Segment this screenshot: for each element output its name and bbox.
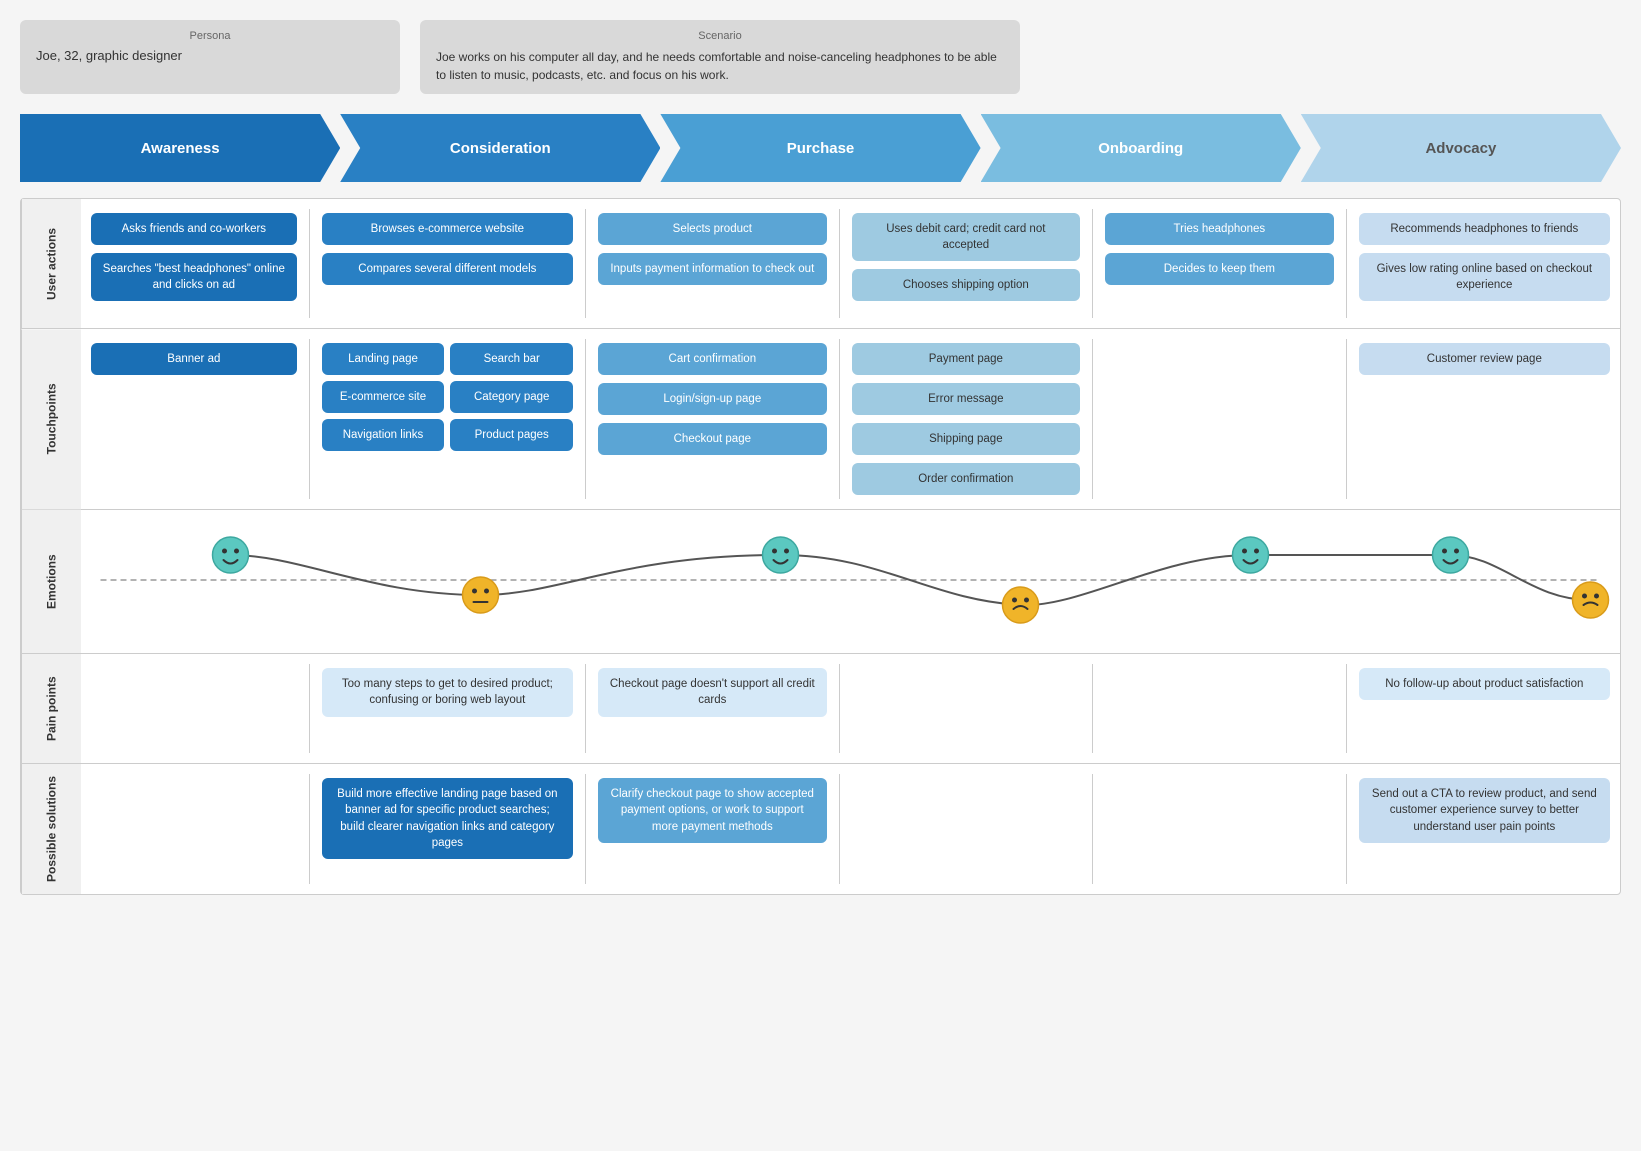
tp-card: Shipping page: [852, 423, 1081, 455]
ua-card: Tries headphones: [1105, 213, 1334, 245]
sol-card: Send out a CTA to review product, and se…: [1359, 778, 1610, 842]
ua-purchase-col: Selects product Inputs payment informati…: [594, 209, 831, 318]
tp-card: Navigation links: [322, 419, 445, 451]
ua-awareness-col: Asks friends and co-workers Searches "be…: [87, 209, 301, 318]
stage-purchase: Purchase: [660, 114, 980, 182]
persona-label: Persona: [36, 30, 384, 42]
user-actions-row: User actions Asks friends and co-workers…: [21, 199, 1620, 329]
pp-advocacy-col: No follow-up about product satisfaction: [1355, 664, 1614, 753]
pp-card: No follow-up about product satisfaction: [1359, 668, 1610, 700]
sol-purchase-col: Clarify checkout page to show accepted p…: [594, 774, 831, 884]
persona-content: Joe, 32, graphic designer: [36, 48, 384, 63]
ua-onboarding-col: Uses debit card; credit card not accepte…: [848, 209, 1085, 318]
stage-onboarding: Onboarding: [981, 114, 1301, 182]
pp-awareness-col: [87, 664, 301, 753]
sol-card: Clarify checkout page to show accepted p…: [598, 778, 827, 842]
ua-card: Selects product: [598, 213, 827, 245]
stage-advocacy: Advocacy: [1301, 114, 1621, 182]
tp-onboarding-col: Payment page Error message Shipping page…: [848, 339, 1085, 499]
persona-box: Persona Joe, 32, graphic designer: [20, 20, 400, 94]
main-container: { "persona": { "label": "Persona", "cont…: [0, 0, 1641, 1151]
user-actions-content: Asks friends and co-workers Searches "be…: [81, 199, 1620, 328]
ua-card: Uses debit card; credit card not accepte…: [852, 213, 1081, 261]
emotions-chart: [91, 520, 1610, 640]
sol-awareness-col: [87, 774, 301, 884]
emotions-content: [81, 510, 1620, 653]
tp-card: Product pages: [450, 419, 573, 451]
stage-consideration: Consideration: [340, 114, 660, 182]
ua-card: Searches "best headphones" online and cl…: [91, 253, 297, 301]
tp-awareness-col: Banner ad: [87, 339, 301, 499]
ua-card: Asks friends and co-workers: [91, 213, 297, 245]
pp-consideration-col: Too many steps to get to desired product…: [318, 664, 577, 753]
stages-row: Awareness Consideration Purchase Onboard…: [20, 114, 1621, 182]
sol-advocacy-col: Send out a CTA to review product, and se…: [1355, 774, 1614, 884]
ua-card: Gives low rating online based on checkou…: [1359, 253, 1610, 301]
sol-consideration-col: Build more effective landing page based …: [318, 774, 577, 884]
touchpoints-label: Touchpoints: [21, 329, 81, 509]
touchpoints-row: Touchpoints Banner ad Landing page Searc…: [21, 329, 1620, 510]
ua-card: Chooses shipping option: [852, 269, 1081, 301]
pp-card: Too many steps to get to desired product…: [322, 668, 573, 716]
pp-purchase-col: Checkout page doesn't support all credit…: [594, 664, 831, 753]
emotions-label: Emotions: [21, 510, 81, 653]
solutions-row: Possible solutions Build more effective …: [21, 764, 1620, 894]
pain-points-row: Pain points Too many steps to get to des…: [21, 654, 1620, 764]
ua-card: Decides to keep them: [1105, 253, 1334, 285]
emotions-row: Emotions: [21, 510, 1620, 654]
stage-awareness: Awareness: [20, 114, 340, 182]
user-actions-label: User actions: [21, 199, 81, 328]
tp-card: Landing page: [322, 343, 445, 375]
pain-points-label: Pain points: [21, 654, 81, 763]
pp-onboarding2-col: [1101, 664, 1338, 753]
ua-card: Inputs payment information to check out: [598, 253, 827, 285]
tp-card: E-commerce site: [322, 381, 445, 413]
tp-card: Order confirmation: [852, 463, 1081, 495]
tp-onboarding2-col: [1101, 339, 1338, 499]
scenario-box: Scenario Joe works on his computer all d…: [420, 20, 1020, 94]
tp-card: Customer review page: [1359, 343, 1610, 375]
ua-consideration-col: Browses e-commerce website Compares seve…: [318, 209, 577, 318]
ua-advocacy-col: Recommends headphones to friends Gives l…: [1355, 209, 1614, 318]
sol-onboarding2-col: [1101, 774, 1338, 884]
ua-card: Recommends headphones to friends: [1359, 213, 1610, 245]
tp-card: Login/sign-up page: [598, 383, 827, 415]
pp-onboarding-col: [848, 664, 1085, 753]
ua-card: Compares several different models: [322, 253, 573, 285]
tp-advocacy-col: Customer review page: [1355, 339, 1614, 499]
tp-card: Search bar: [450, 343, 573, 375]
tp-purchase-col: Cart confirmation Login/sign-up page Che…: [594, 339, 831, 499]
tp-card: Cart confirmation: [598, 343, 827, 375]
sol-onboarding-col: [848, 774, 1085, 884]
sol-card: Build more effective landing page based …: [322, 778, 573, 858]
solutions-label: Possible solutions: [21, 764, 81, 894]
ua-card: Browses e-commerce website: [322, 213, 573, 245]
scenario-label: Scenario: [436, 30, 1004, 42]
tp-consideration-col: Landing page Search bar E-commerce site …: [318, 339, 577, 499]
tp-card: Checkout page: [598, 423, 827, 455]
tp-card: Banner ad: [91, 343, 297, 375]
journey-map: User actions Asks friends and co-workers…: [20, 198, 1621, 895]
tp-card: Payment page: [852, 343, 1081, 375]
tp-card: Error message: [852, 383, 1081, 415]
pp-card: Checkout page doesn't support all credit…: [598, 668, 827, 716]
scenario-content: Joe works on his computer all day, and h…: [436, 48, 1004, 84]
tp-card: Category page: [450, 381, 573, 413]
top-info: Persona Joe, 32, graphic designer Scenar…: [20, 20, 1621, 94]
ua-onboarding2-col: Tries headphones Decides to keep them: [1101, 209, 1338, 318]
